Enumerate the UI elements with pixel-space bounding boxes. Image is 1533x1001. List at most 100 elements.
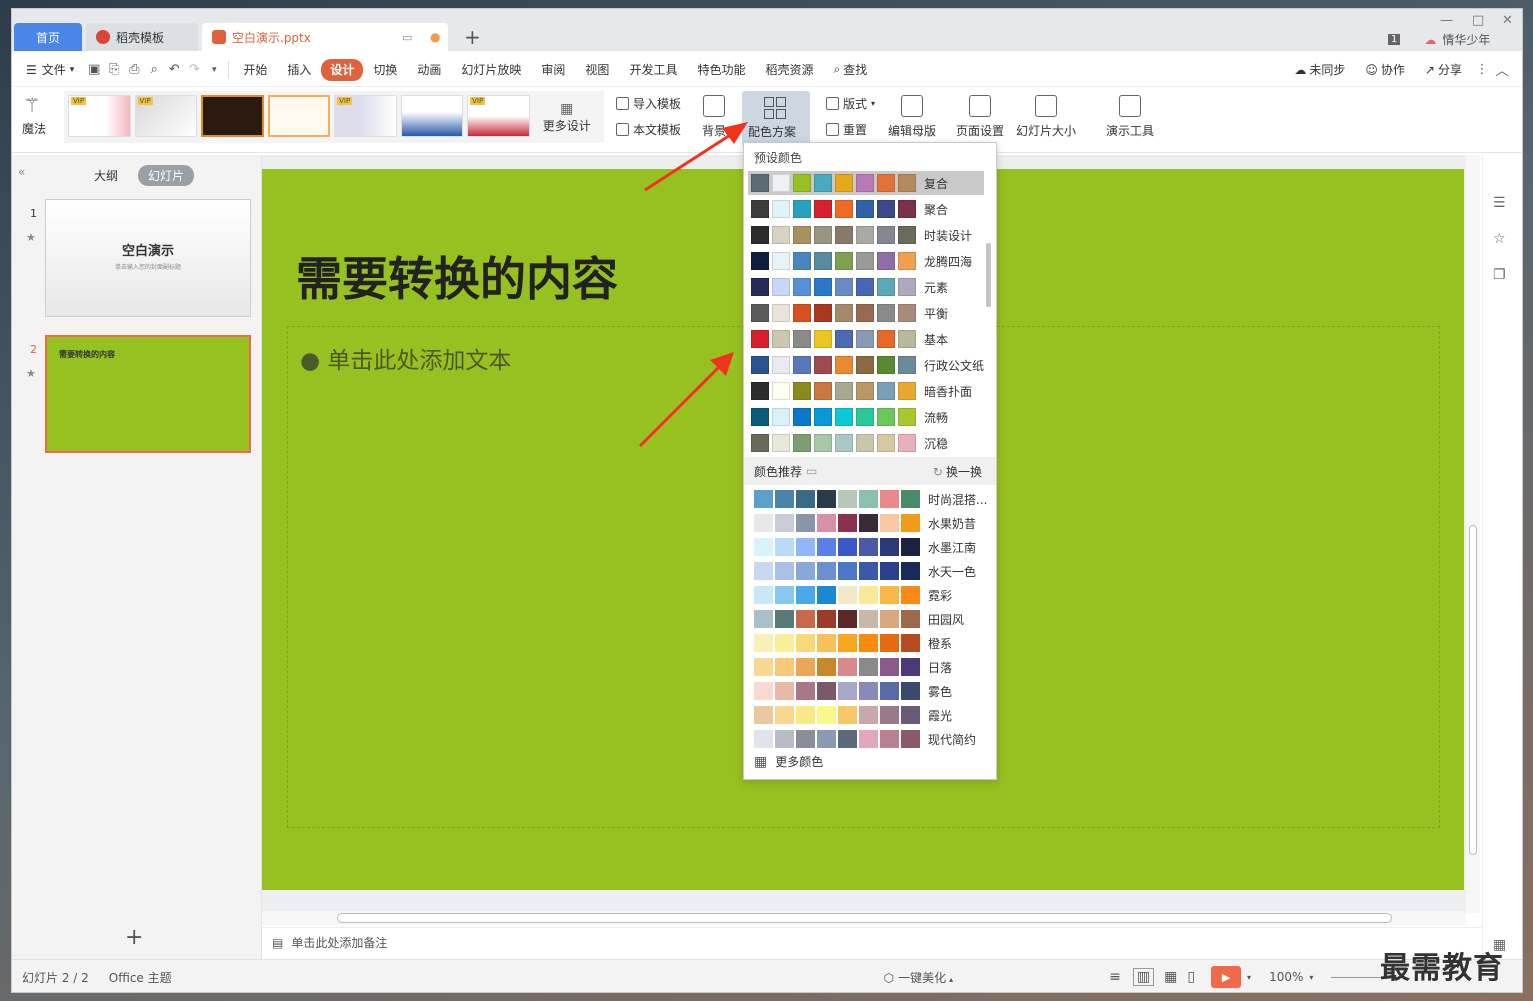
save-icon[interactable]: ▣ (84, 60, 104, 80)
tab-outline[interactable]: 大纲 (84, 165, 128, 186)
page-setup-button[interactable]: 页面设置 (956, 95, 1004, 139)
settings-sliders-icon[interactable]: ☰ (1493, 195, 1511, 213)
template-thumb[interactable]: VIP (68, 95, 131, 137)
recommend-scheme-row[interactable]: 日落 (752, 655, 992, 679)
undo-icon[interactable]: ↶ (164, 60, 184, 80)
presentation-tools-button[interactable]: 演示工具 (1106, 95, 1154, 139)
slide-thumbnail-1[interactable]: 空白演示 单击输入您的封面副标题 (45, 199, 251, 317)
template-thumb[interactable] (400, 95, 464, 137)
dropdown-scrollbar[interactable] (986, 243, 991, 307)
recommend-scheme-row[interactable]: 田园风 (752, 607, 992, 631)
play-button[interactable]: ▶ (1211, 966, 1242, 988)
chevron-down-icon[interactable]: ▾ (1247, 973, 1251, 982)
recommend-scheme-row[interactable]: 橙系 (752, 631, 992, 655)
menu-item-transition[interactable]: 切换 (363, 59, 407, 81)
preset-scheme-row[interactable]: 元素 (748, 275, 984, 299)
normal-view-icon[interactable]: ▥ (1132, 968, 1155, 986)
menu-item-docer[interactable]: 稻壳资源 (755, 59, 823, 81)
preset-scheme-row[interactable]: 暗香扑面 (748, 379, 984, 403)
tab-document[interactable]: 空白演示.pptx ▭ ● (202, 23, 448, 51)
edit-master-button[interactable]: 编辑母版 (888, 95, 936, 139)
sync-button[interactable]: ☁ 未同步 (1284, 59, 1355, 81)
layout-button[interactable]: 版式 ▾ (826, 95, 875, 112)
menu-item-slideshow[interactable]: 幻灯片放映 (451, 59, 531, 81)
menu-item-view[interactable]: 视图 (575, 59, 619, 81)
file-menu[interactable]: ☰ 文件 ▾ (16, 59, 84, 81)
quick-access-chevron-icon[interactable]: ▾ (204, 60, 224, 80)
tab-home[interactable]: 首页 (14, 23, 82, 51)
menu-item-devtools[interactable]: 开发工具 (619, 59, 687, 81)
preset-scheme-row[interactable]: 龙腾四海 (748, 249, 984, 273)
menu-item-features[interactable]: 特色功能 (687, 59, 755, 81)
slide-size-button[interactable]: 幻灯片大小 (1016, 95, 1076, 139)
text-template-button[interactable]: 本文模板 (616, 121, 681, 138)
preset-scheme-row[interactable]: 聚合 (748, 197, 984, 221)
template-thumb[interactable] (267, 95, 331, 137)
close-icon[interactable]: ✕ (1502, 13, 1513, 28)
sorter-view-icon[interactable]: ▦ (1164, 969, 1177, 985)
zoom-level[interactable]: 100% (1269, 970, 1303, 984)
recommend-scheme-row[interactable]: 霓彩 (752, 583, 992, 607)
slide-thumbnail-2[interactable]: 需要转换的内容 (45, 335, 251, 453)
background-button[interactable]: 背景 (702, 95, 726, 139)
reading-view-icon[interactable]: ▯ (1187, 969, 1195, 985)
notes-bar[interactable]: ▤ 单击此处添加备注 (262, 927, 1502, 957)
template-thumb[interactable] (201, 95, 264, 137)
collab-button[interactable]: ☺ 协作 (1355, 59, 1415, 81)
recommend-scheme-row[interactable]: 现代简约 (752, 727, 992, 751)
template-thumb[interactable]: VIP (467, 95, 530, 137)
recommend-scheme-row[interactable]: 霞光 (752, 703, 992, 727)
template-thumb[interactable]: VIP (134, 95, 197, 137)
preset-scheme-row[interactable]: 沉稳 (748, 431, 984, 455)
scroll-thumb[interactable] (1469, 525, 1477, 855)
template-thumb[interactable]: VIP (334, 95, 397, 137)
menu-item-review[interactable]: 审阅 (531, 59, 575, 81)
recommend-scheme-row[interactable]: 水天一色 (752, 559, 992, 583)
menu-item-start[interactable]: 开始 (233, 59, 277, 81)
scroll-thumb[interactable] (337, 913, 1392, 923)
export-icon[interactable]: ⎘ (104, 60, 124, 80)
add-slide-button[interactable]: + (125, 925, 143, 950)
recommend-scheme-row[interactable]: 水墨江南 (752, 535, 992, 559)
tab-template[interactable]: 稻壳模板 (86, 23, 198, 51)
notes-toggle-icon[interactable]: ≡ (1109, 969, 1121, 985)
slide-title[interactable]: 需要转换的内容 (296, 243, 618, 309)
vertical-scrollbar[interactable] (1466, 155, 1480, 913)
preset-scheme-row[interactable]: 平衡 (748, 301, 984, 325)
preset-scheme-row[interactable]: 复合 (748, 171, 984, 195)
tab-slides[interactable]: 幻灯片 (138, 165, 195, 186)
search-button[interactable]: ⌕ 查找 (823, 59, 877, 81)
preset-scheme-row[interactable]: 时装设计 (748, 223, 984, 247)
horizontal-scrollbar[interactable] (262, 911, 1466, 925)
menu-item-insert[interactable]: 插入 (277, 59, 321, 81)
maximize-icon[interactable]: □ (1472, 13, 1484, 28)
share-button[interactable]: ↗ 分享 (1415, 59, 1472, 81)
preset-scheme-row[interactable]: 流畅 (748, 405, 984, 429)
minimize-icon[interactable]: — (1440, 13, 1453, 28)
preset-scheme-row[interactable]: 基本 (748, 327, 984, 351)
magic-button[interactable]: ⚚ 魔法 (22, 93, 46, 137)
preset-scheme-row[interactable]: 行政公文纸 (748, 353, 984, 377)
collapse-pane-icon[interactable]: « (18, 165, 25, 179)
print-icon[interactable]: ⎙ (124, 60, 144, 80)
color-scheme-button[interactable]: 配色方案 (742, 91, 810, 147)
collapse-ribbon-icon[interactable]: ︿ (1492, 60, 1512, 80)
refresh-button[interactable]: ↻ 换一换 (933, 463, 982, 480)
user-area[interactable]: 1 ☁ 情华少年 (1388, 31, 1490, 48)
recommend-scheme-row[interactable]: 水果奶昔 (752, 511, 992, 535)
copy-icon[interactable]: ❐ (1493, 267, 1511, 285)
more-icon[interactable]: ⋮ (1472, 60, 1492, 80)
beautify-button[interactable]: ⬡ 一键美化 ▴ (884, 969, 954, 986)
menu-item-design[interactable]: 设计 (321, 58, 364, 81)
recommend-scheme-row[interactable]: 时尚混搭... (752, 487, 992, 511)
new-tab-button[interactable]: + (464, 25, 481, 49)
menu-item-animation[interactable]: 动画 (407, 59, 451, 81)
more-colors-button[interactable]: ▦ 更多颜色 (754, 753, 823, 770)
zoom-chevron-icon[interactable]: ▾ (1309, 973, 1313, 982)
import-template-button[interactable]: 导入模板 (616, 95, 681, 112)
more-design-button[interactable]: ▦ 更多设计 (534, 95, 600, 139)
preview-icon[interactable]: ⌕ (144, 60, 164, 80)
redo-icon[interactable]: ↷ (184, 60, 204, 80)
reset-button[interactable]: 重置 (826, 121, 867, 138)
animation-star-icon[interactable]: ☆ (1493, 231, 1511, 249)
